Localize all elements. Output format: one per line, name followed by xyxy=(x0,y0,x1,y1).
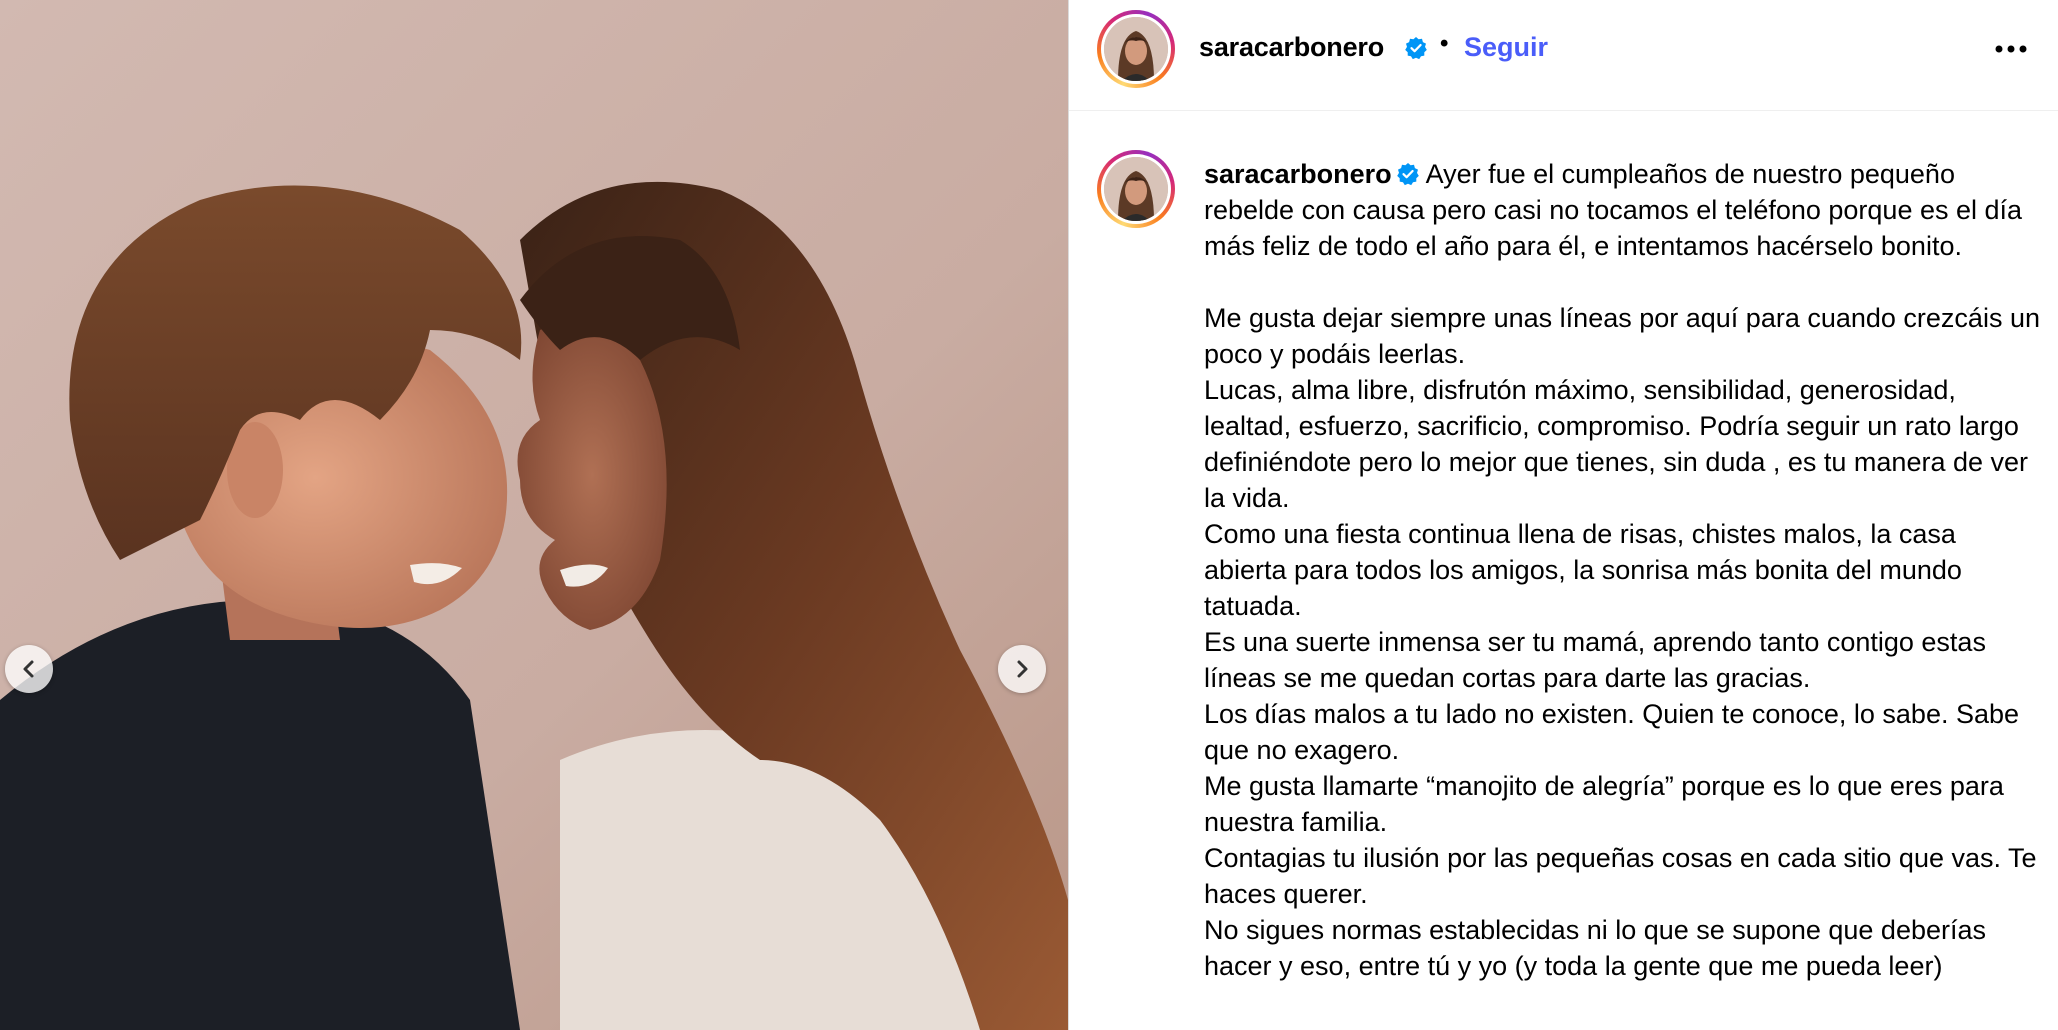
avatar-photo xyxy=(1104,157,1168,221)
header-username[interactable]: saracarbonero xyxy=(1199,32,1384,63)
caption-paragraph: Es una suerte inmensa ser tu mamá, apren… xyxy=(1204,627,1986,693)
caption-paragraph: Como una fiesta continua llena de risas,… xyxy=(1204,519,1962,621)
chevron-left-icon xyxy=(23,660,34,678)
carousel-next-button[interactable] xyxy=(998,645,1046,693)
post-caption: saracarbonero Ayer fue el cumpleaños de … xyxy=(1204,156,2044,984)
header-separator: • xyxy=(1440,30,1449,57)
caption-paragraph: Los días malos a tu lado no existen. Qui… xyxy=(1204,699,2020,765)
verified-badge-icon xyxy=(1405,37,1427,60)
post-header: saracarbonero • Seguir xyxy=(1069,0,2058,111)
carousel-prev-button[interactable] xyxy=(5,645,53,693)
chevron-right-icon xyxy=(1017,660,1028,678)
avatar-photo xyxy=(1104,17,1168,81)
caption-paragraph: Me gusta llamarte “manojito de alegría” … xyxy=(1204,771,2004,837)
avatar[interactable] xyxy=(1097,10,1175,88)
caption-first-paragraph: saracarbonero Ayer fue el cumpleaños de … xyxy=(1204,156,2044,264)
caption-paragraph: Contagias tu ilusión por las pequeñas co… xyxy=(1204,843,2037,909)
post-image[interactable] xyxy=(0,0,1068,1030)
verified-badge-icon xyxy=(1396,163,1419,186)
post-side-panel: saracarbonero • Seguir saracarbonero Aye… xyxy=(1069,0,2058,1030)
caption-avatar[interactable] xyxy=(1097,150,1175,228)
caption-paragraph: Lucas, alma libre, disfrutón máximo, sen… xyxy=(1204,375,2029,513)
post-photo-illustration xyxy=(0,0,1068,1030)
caption-paragraph: Me gusta dejar siempre unas líneas por a… xyxy=(1204,303,2040,369)
follow-button[interactable]: Seguir xyxy=(1464,32,1548,63)
caption-paragraph: No sigues normas establecidas ni lo que … xyxy=(1204,915,1986,981)
caption-username[interactable]: saracarbonero xyxy=(1204,159,1392,189)
more-options-button[interactable] xyxy=(1989,34,2033,64)
more-options-icon xyxy=(1995,45,2027,53)
